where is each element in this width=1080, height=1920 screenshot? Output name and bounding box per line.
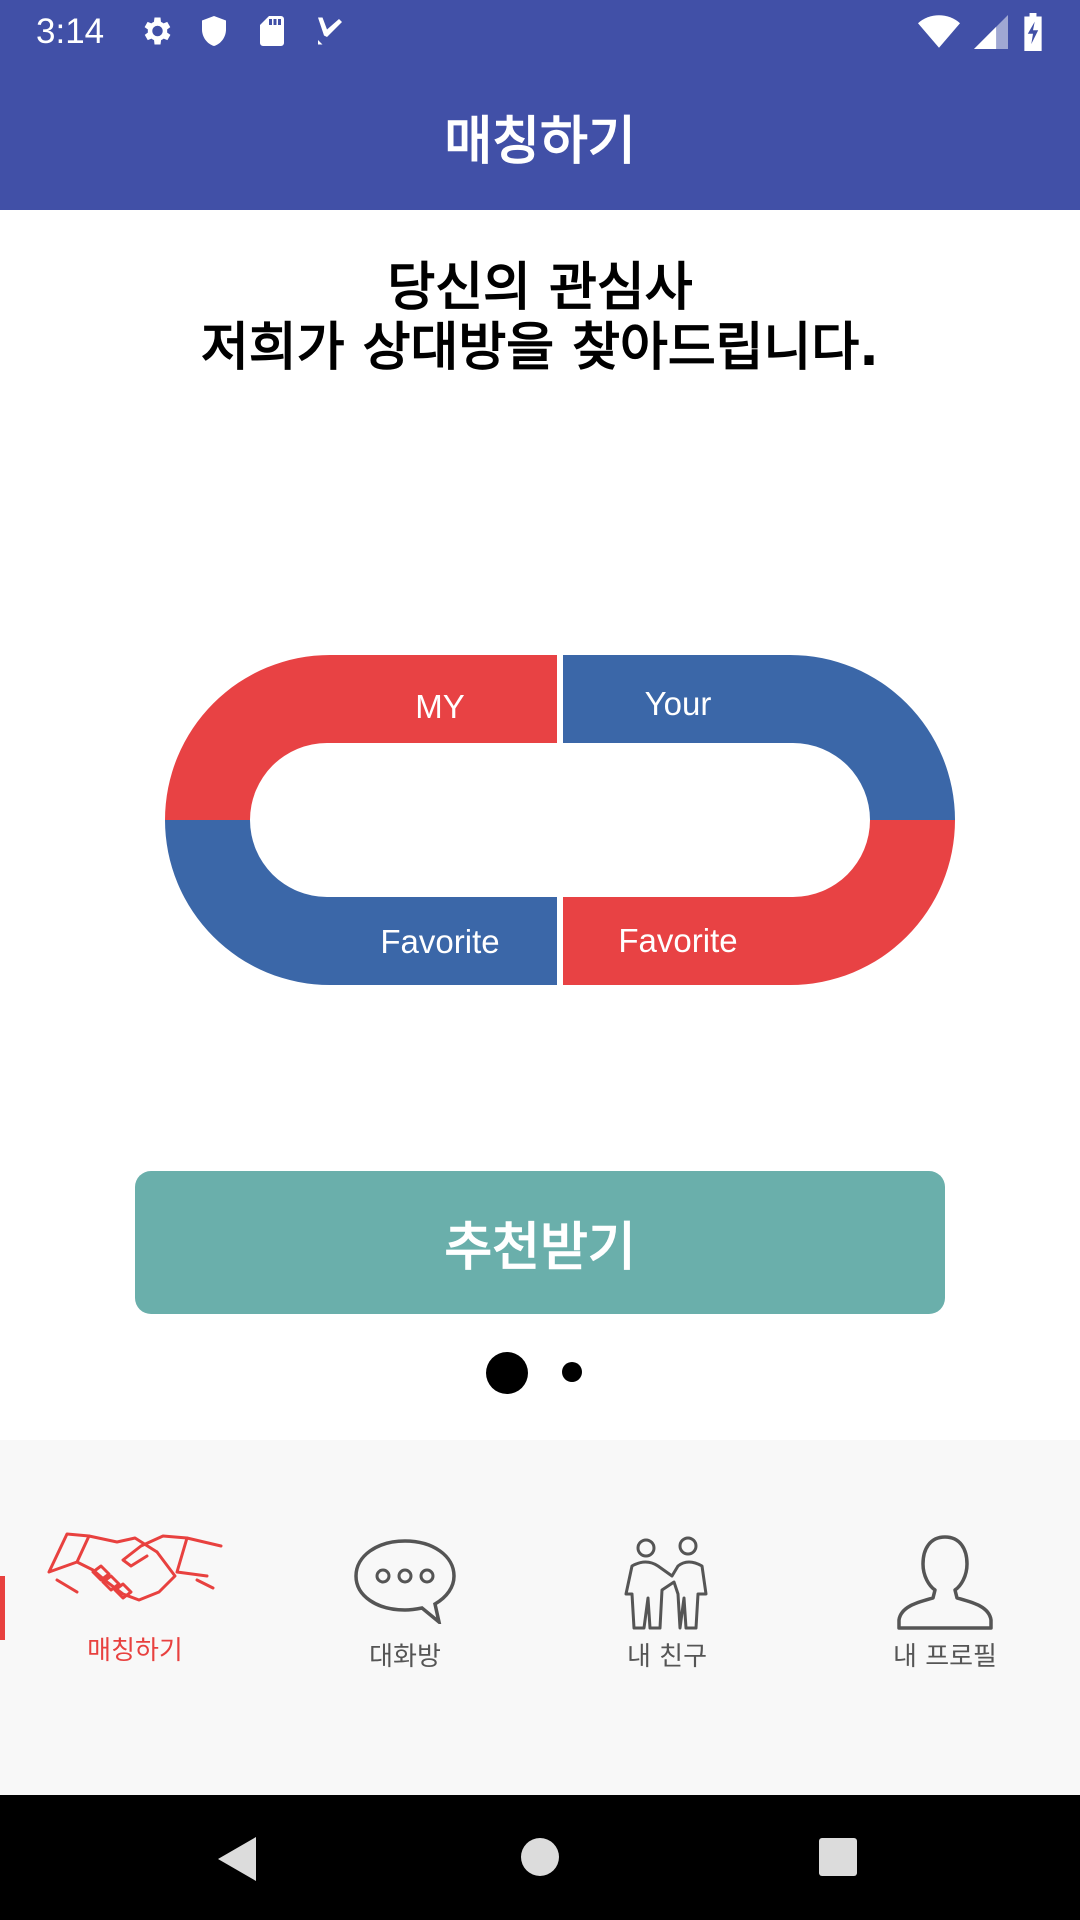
home-icon[interactable] xyxy=(520,1837,560,1877)
profile-icon xyxy=(897,1535,993,1630)
status-icons-right xyxy=(918,13,1044,51)
chat-bubble-icon xyxy=(354,1539,456,1624)
magnet-label-favorite-left: Favorite xyxy=(380,923,499,960)
handshake-icon xyxy=(47,1532,223,1602)
magnet-bottom-left-segment xyxy=(165,820,560,985)
nav-item-friends[interactable]: 내 친구 xyxy=(532,1440,802,1700)
battery-charging-icon xyxy=(1024,13,1042,51)
magnet-label-favorite-right: Favorite xyxy=(618,922,737,959)
page-title: 매칭하기 xyxy=(444,112,636,172)
magnet-illustration: MY Your Favorite Favorite xyxy=(165,655,955,985)
sd-card-icon xyxy=(260,16,284,46)
recents-icon[interactable] xyxy=(818,1837,858,1877)
magnet-label-your: Your xyxy=(645,685,712,722)
shield-icon xyxy=(202,16,226,46)
wifi-icon xyxy=(918,15,960,48)
app-bar: 매칭하기 xyxy=(0,63,1080,210)
magnet-divider xyxy=(557,655,563,743)
system-nav-bar xyxy=(0,1795,1080,1920)
magnet-label-my: MY xyxy=(415,688,465,725)
back-icon[interactable] xyxy=(214,1835,258,1883)
status-bar: 3:14 xyxy=(0,0,1080,63)
status-time: 3:14 xyxy=(36,12,105,51)
recommend-button[interactable]: 추천받기 xyxy=(135,1171,945,1314)
nav-label-matching: 매칭하기 xyxy=(87,1636,183,1666)
magnet-bottom-right-segment xyxy=(560,820,955,985)
nav-item-profile[interactable]: 내 프로필 xyxy=(810,1440,1080,1700)
headline: 당신의 관심사 저희가 상대방을 찾아드립니다. xyxy=(0,258,1080,378)
task-check-icon xyxy=(318,17,342,45)
friends-icon xyxy=(624,1536,708,1630)
nav-label-friends: 내 친구 xyxy=(626,1642,708,1672)
nav-item-chat[interactable]: 대화방 xyxy=(270,1440,540,1700)
page-indicator-dot-active[interactable] xyxy=(486,1352,528,1394)
signal-icon xyxy=(974,15,1008,49)
settings-icon xyxy=(144,17,171,45)
nav-item-matching[interactable]: 매칭하기 xyxy=(0,1440,270,1700)
magnet-top-left-segment xyxy=(165,655,560,820)
bottom-nav: 매칭하기 대화방 내 친구 내 프로필 xyxy=(0,1440,1080,1795)
nav-label-profile: 내 프로필 xyxy=(893,1642,997,1672)
magnet-divider xyxy=(557,897,563,985)
headline-line-1: 당신의 관심사 xyxy=(387,258,693,318)
nav-label-chat: 대화방 xyxy=(369,1642,441,1672)
magnet-top-right-segment xyxy=(560,655,955,820)
page-indicator-dot[interactable] xyxy=(562,1362,582,1382)
status-icons-left xyxy=(138,13,348,49)
headline-line-2: 저희가 상대방을 찾아드립니다. xyxy=(201,318,879,378)
